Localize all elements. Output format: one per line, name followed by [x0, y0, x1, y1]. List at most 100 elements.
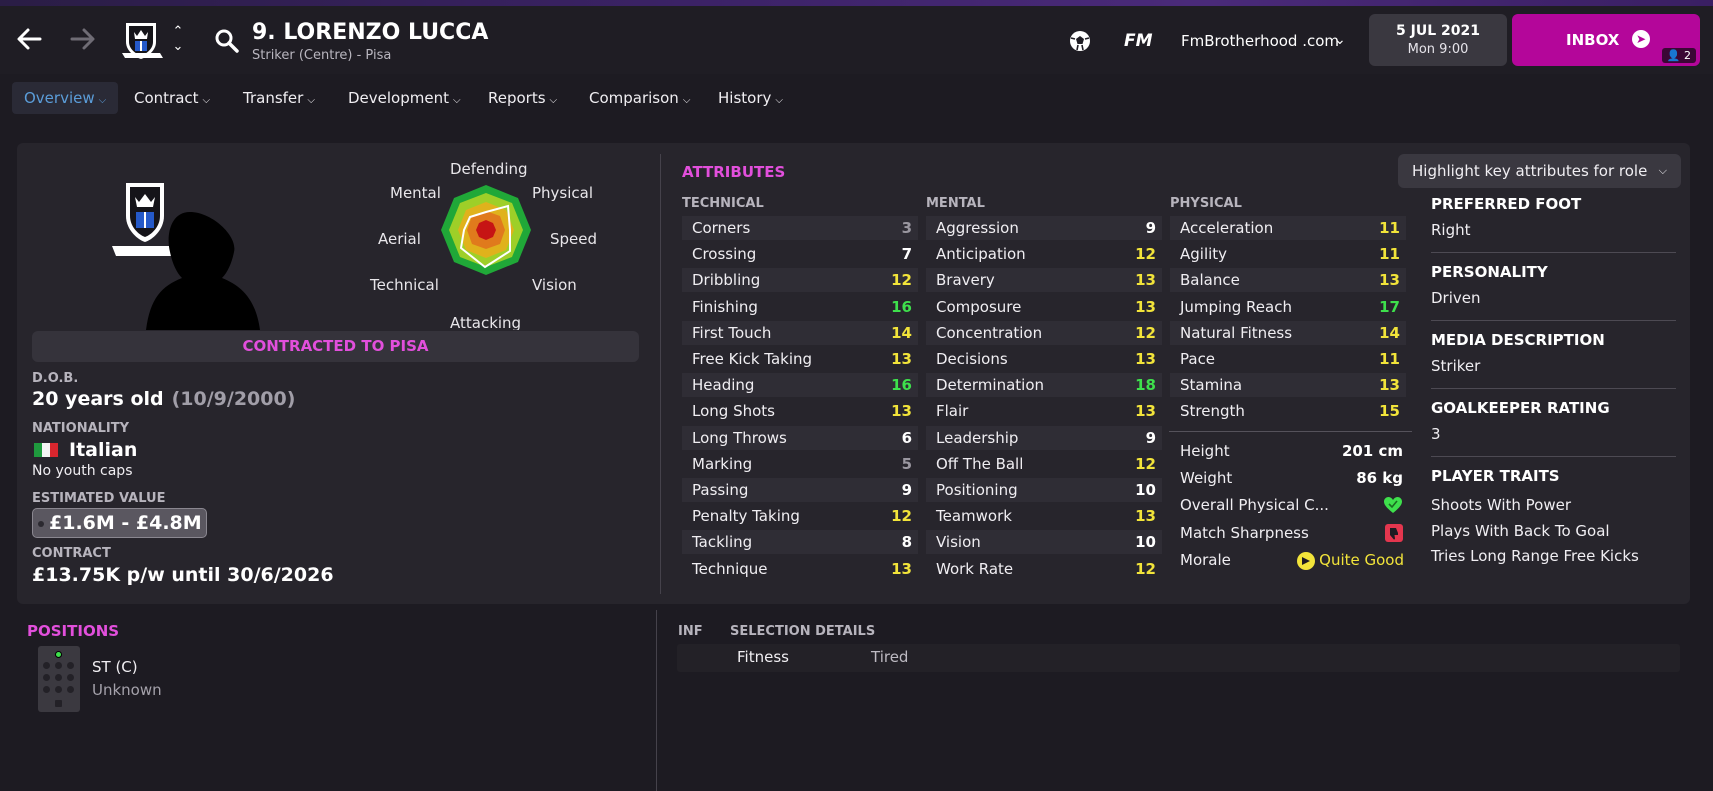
- selection-row: Fitness Tired: [677, 644, 1680, 672]
- attribute-row[interactable]: Finishing 16: [682, 295, 918, 319]
- skin-selector[interactable]: FmBrotherhood .com: [1181, 32, 1339, 50]
- position-pitch-icon[interactable]: [38, 646, 80, 712]
- attribute-row[interactable]: Leadership 9: [926, 425, 1162, 450]
- tab-overview[interactable]: Overview ⌵: [12, 82, 119, 114]
- morale-label: Morale: [1180, 551, 1231, 569]
- attribute-row[interactable]: Acceleration 11: [1170, 216, 1406, 240]
- attribute-value: 3: [901, 219, 912, 237]
- highlight-attributes-dropdown[interactable]: Highlight key attributes for role ⌵: [1398, 154, 1681, 188]
- club-crest-icon[interactable]: [120, 20, 164, 62]
- attribute-name: Concentration: [936, 323, 1043, 342]
- date-continue-box[interactable]: 5 JUL 2021 Mon 9:00: [1369, 14, 1507, 66]
- attribute-row[interactable]: Vision 10: [926, 530, 1162, 555]
- attribute-row[interactable]: Tackling 8: [682, 530, 918, 555]
- preferred-foot-value: Right: [1431, 221, 1471, 239]
- chevron-down-icon: ⌵: [452, 95, 461, 106]
- attribute-name: Jumping Reach: [1180, 297, 1292, 316]
- attribute-name: Free Kick Taking: [692, 350, 813, 368]
- attribute-row[interactable]: Free Kick Taking 13: [682, 347, 918, 371]
- estimated-value-chip[interactable]: £1.6M - £4.8M: [32, 508, 207, 538]
- attribute-row[interactable]: Corners 3: [682, 216, 918, 240]
- nationality-label: NATIONALITY: [32, 421, 130, 436]
- football-icon[interactable]: [1068, 29, 1092, 53]
- attribute-row[interactable]: Technique 13: [682, 557, 918, 581]
- attribute-name: Decisions: [936, 350, 1008, 368]
- player-trait[interactable]: Shoots With Power: [1431, 496, 1571, 514]
- attribute-row[interactable]: Anticipation 12: [926, 242, 1162, 266]
- attribute-value: 11: [1379, 350, 1400, 368]
- panel-divider: [660, 154, 661, 594]
- tab-reports[interactable]: Reports ⌵: [476, 82, 569, 114]
- attribute-row[interactable]: Flair 13: [926, 399, 1162, 423]
- fm-logo[interactable]: FM: [1124, 31, 1153, 51]
- chevron-down-icon[interactable]: ⌄: [170, 39, 186, 54]
- morale-value[interactable]: Quite Good: [1318, 548, 1404, 572]
- chevron-down-icon: ⌵: [549, 95, 558, 106]
- selection-value: Tired: [871, 648, 909, 666]
- attribute-row[interactable]: Natural Fitness 14: [1170, 320, 1406, 345]
- attribute-name: Penalty Taking: [692, 507, 800, 526]
- player-switch-arrows[interactable]: ⌃ ⌄: [170, 24, 186, 54]
- tab-comparison[interactable]: Comparison ⌵: [577, 82, 702, 114]
- attribute-value: 12: [1135, 323, 1156, 342]
- attribute-value: 16: [891, 297, 912, 316]
- attribute-row[interactable]: Composure 13: [926, 295, 1162, 319]
- attribute-row[interactable]: Jumping Reach 17: [1170, 295, 1406, 319]
- attribute-name: Long Shots: [692, 402, 775, 421]
- attribute-row[interactable]: Heading 16: [682, 373, 918, 398]
- arrow-right-icon: ➤: [1632, 30, 1650, 48]
- attribute-row[interactable]: Strength 15: [1170, 399, 1406, 423]
- position-dot: [67, 674, 74, 681]
- back-arrow-icon[interactable]: [14, 24, 44, 54]
- attribute-value: 16: [891, 376, 912, 395]
- positions-title: POSITIONS: [27, 622, 120, 640]
- thumbs-down-icon[interactable]: [1385, 524, 1403, 542]
- attribute-row[interactable]: Concentration 12: [926, 320, 1162, 345]
- preferred-foot-label: PREFERRED FOOT: [1431, 195, 1582, 213]
- attribute-row[interactable]: First Touch 14: [682, 320, 918, 345]
- attribute-radar: Defending Physical Speed Vision Attackin…: [360, 160, 600, 330]
- attribute-row[interactable]: Determination 18: [926, 373, 1162, 398]
- attribute-row[interactable]: Long Throws 6: [682, 425, 918, 450]
- player-trait[interactable]: Tries Long Range Free Kicks: [1431, 547, 1639, 565]
- dob-value: 20 years old (10/9/2000): [32, 388, 295, 410]
- attribute-name: Vision: [936, 533, 981, 552]
- attribute-row[interactable]: Teamwork 13: [926, 504, 1162, 528]
- attribute-row[interactable]: Agility 11: [1170, 242, 1406, 266]
- forward-arrow-icon[interactable]: [68, 24, 98, 54]
- attribute-row[interactable]: Pace 11: [1170, 347, 1406, 371]
- attribute-row[interactable]: Stamina 13: [1170, 373, 1406, 398]
- attribute-row[interactable]: Bravery 13: [926, 268, 1162, 293]
- attribute-row[interactable]: Positioning 10: [926, 478, 1162, 502]
- attribute-row[interactable]: Marking 5: [682, 452, 918, 476]
- nationality-value[interactable]: Italian: [69, 439, 137, 461]
- attribute-row[interactable]: Passing 9: [682, 478, 918, 502]
- current-time: Mon 9:00: [1407, 42, 1469, 57]
- attribute-row[interactable]: Balance 13: [1170, 268, 1406, 293]
- player-trait[interactable]: Plays With Back To Goal: [1431, 522, 1610, 540]
- attribute-row[interactable]: Dribbling 12: [682, 268, 918, 293]
- attribute-value: 12: [1135, 454, 1156, 473]
- inbox-button[interactable]: INBOX ➤ 👤 2: [1512, 14, 1700, 66]
- attribute-row[interactable]: Off The Ball 12: [926, 452, 1162, 476]
- attribute-row[interactable]: Decisions 13: [926, 347, 1162, 371]
- tab-history[interactable]: History ⌵: [706, 82, 795, 114]
- attribute-name: Bravery: [936, 271, 995, 290]
- birth-date: (10/9/2000): [171, 388, 296, 410]
- attribute-row[interactable]: Work Rate 12: [926, 557, 1162, 581]
- attribute-value: 9: [1145, 428, 1156, 447]
- heart-icon[interactable]: [1383, 496, 1403, 514]
- position-dot: [55, 700, 62, 707]
- chevron-down-icon[interactable]: ⌄: [1334, 32, 1346, 48]
- tab-development[interactable]: Development ⌵: [336, 82, 473, 114]
- attribute-row[interactable]: Penalty Taking 12: [682, 504, 918, 528]
- attribute-row[interactable]: Long Shots 13: [682, 399, 918, 423]
- attribute-name: Tackling: [692, 533, 753, 552]
- attribute-row[interactable]: Crossing 7: [682, 242, 918, 266]
- attribute-row[interactable]: Aggression 9: [926, 216, 1162, 240]
- tab-contract[interactable]: Contract ⌵: [122, 82, 222, 114]
- chevron-up-icon[interactable]: ⌃: [170, 24, 186, 39]
- attribute-name: Finishing: [692, 297, 758, 316]
- search-icon[interactable]: [214, 28, 240, 54]
- tab-transfer[interactable]: Transfer ⌵: [231, 82, 327, 114]
